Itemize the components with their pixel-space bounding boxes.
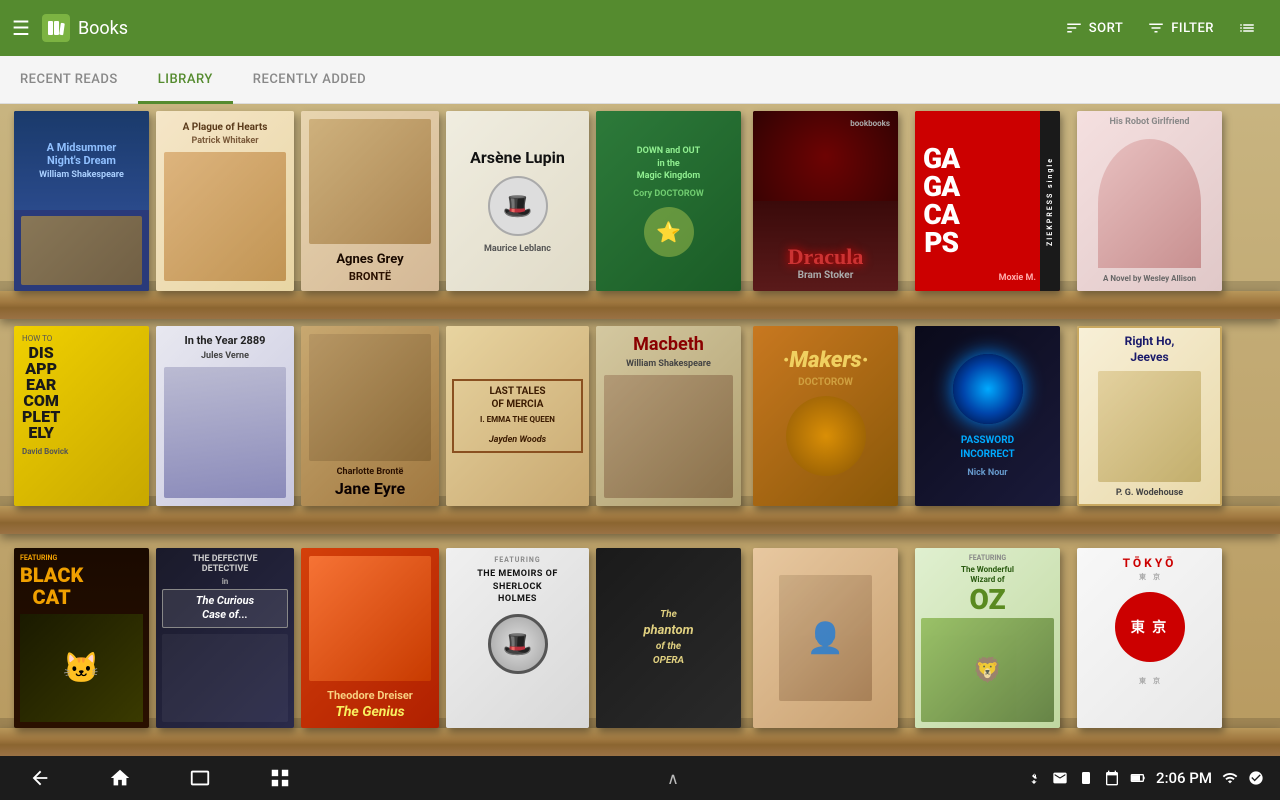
- recents-icon: [189, 767, 211, 789]
- tab-recently-added[interactable]: RECENTLY ADDED: [233, 57, 386, 104]
- books-icon: [47, 19, 65, 37]
- book-sherlock[interactable]: FEATURING THE MEMOIRS OFSHERLOCKHOLMES 🎩: [446, 548, 589, 728]
- tab-recent-reads[interactable]: RECENT READS: [0, 57, 138, 104]
- tab-library[interactable]: LIBRARY: [138, 57, 233, 104]
- hamburger-icon[interactable]: ☰: [12, 16, 30, 40]
- sort-label: SORT: [1089, 21, 1124, 36]
- filter-button[interactable]: FILTER: [1135, 13, 1226, 43]
- book-gaga[interactable]: GAGACAPS ZIEKPRESS single Moxie M.: [915, 111, 1060, 291]
- book-rightho[interactable]: Right Ho,Jeeves P. G. Wodehouse: [1077, 326, 1222, 506]
- list-view-icon: [1238, 19, 1256, 37]
- tab-bar: RECENT READS LIBRARY RECENTLY ADDED: [0, 56, 1280, 104]
- sim-icon: [1078, 770, 1094, 786]
- book-oz[interactable]: FEATURING The WonderfulWizard of OZ 🦁: [915, 548, 1060, 728]
- app-title: Books: [78, 18, 128, 39]
- grid-button[interactable]: [240, 756, 320, 800]
- book-janeeyre[interactable]: Charlotte Brontë Jane Eyre: [301, 326, 439, 506]
- book-phantom[interactable]: Thephantomof theOPERA: [596, 548, 741, 728]
- book-macbeth[interactable]: Macbeth William Shakespeare: [596, 326, 741, 506]
- book-plague[interactable]: A Plague of Hearts Patrick Whitaker: [156, 111, 294, 291]
- usb-icon: [1026, 770, 1042, 786]
- back-icon: [29, 767, 51, 789]
- sort-button[interactable]: SORT: [1053, 13, 1136, 43]
- book-midsummer[interactable]: A MidsummerNight's Dream William Shakesp…: [14, 111, 149, 291]
- book-tokyo[interactable]: TŌKYŌ 東 京 東 京 東 京: [1077, 548, 1222, 728]
- book-agnes[interactable]: Agnes Grey BRONTË: [301, 111, 439, 291]
- battery-icon: [1130, 770, 1146, 786]
- book-arsene[interactable]: Arsène Lupin 🎩 Maurice Leblanc: [446, 111, 589, 291]
- book-makers[interactable]: ·Makers· DOCTOROW: [753, 326, 898, 506]
- grid-icon: [269, 767, 291, 789]
- back-button[interactable]: [0, 756, 80, 800]
- book-portrait[interactable]: 👤: [753, 548, 898, 728]
- email-icon: [1052, 770, 1068, 786]
- book-password[interactable]: PASSWORDINCORRECT Nick Nour: [915, 326, 1060, 506]
- book-year2889[interactable]: In the Year 2889 Jules Verne: [156, 326, 294, 506]
- wifi-icon: [1222, 770, 1238, 786]
- filter-label: FILTER: [1171, 21, 1214, 36]
- sort-icon: [1065, 19, 1083, 37]
- status-bar: 2:06 PM: [1026, 769, 1280, 787]
- top-bar: ☰ Books SORT FILTER: [0, 0, 1280, 56]
- accessibility-icon: [1248, 770, 1264, 786]
- bottom-bar: ∧ 2:06 PM: [0, 756, 1280, 800]
- list-view-button[interactable]: [1226, 13, 1268, 43]
- shelf-area: A MidsummerNight's Dream William Shakesp…: [0, 104, 1280, 756]
- calendar-icon: [1104, 770, 1120, 786]
- scroll-up-button[interactable]: ∧: [667, 769, 679, 788]
- filter-icon: [1147, 19, 1165, 37]
- shelf-row-3: FEATURING BLACKCAT 🐱 THE DEFECTIVEDETECT…: [0, 534, 1280, 756]
- book-blackcat[interactable]: FEATURING BLACKCAT 🐱: [14, 548, 149, 728]
- clock-display: 2:06 PM: [1156, 769, 1212, 787]
- home-icon: [109, 767, 131, 789]
- book-defective[interactable]: THE DEFECTIVEDETECTIVE in The CuriousCas…: [156, 548, 294, 728]
- recents-button[interactable]: [160, 756, 240, 800]
- book-dreiser[interactable]: Theodore Dreiser The Genius: [301, 548, 439, 728]
- book-downout[interactable]: DOWN and OUTin theMagic Kingdom Cory DOC…: [596, 111, 741, 291]
- shelf-row-1: A MidsummerNight's Dream William Shakesp…: [0, 104, 1280, 319]
- shelf-row-2: HOW TO DISAPPEARCOMPLETELY David Bovick …: [0, 319, 1280, 534]
- book-lasttalse[interactable]: LAST TALESOF MERCIA I. EMMA THE QUEEN Ja…: [446, 326, 589, 506]
- home-button[interactable]: [80, 756, 160, 800]
- book-dracula[interactable]: bookbooks Dracula Bram Stoker: [753, 111, 898, 291]
- app-logo-icon: [42, 14, 70, 42]
- book-robot[interactable]: His Robot Girlfriend A Novel by Wesley A…: [1077, 111, 1222, 291]
- book-disappear[interactable]: HOW TO DISAPPEARCOMPLETELY David Bovick: [14, 326, 149, 506]
